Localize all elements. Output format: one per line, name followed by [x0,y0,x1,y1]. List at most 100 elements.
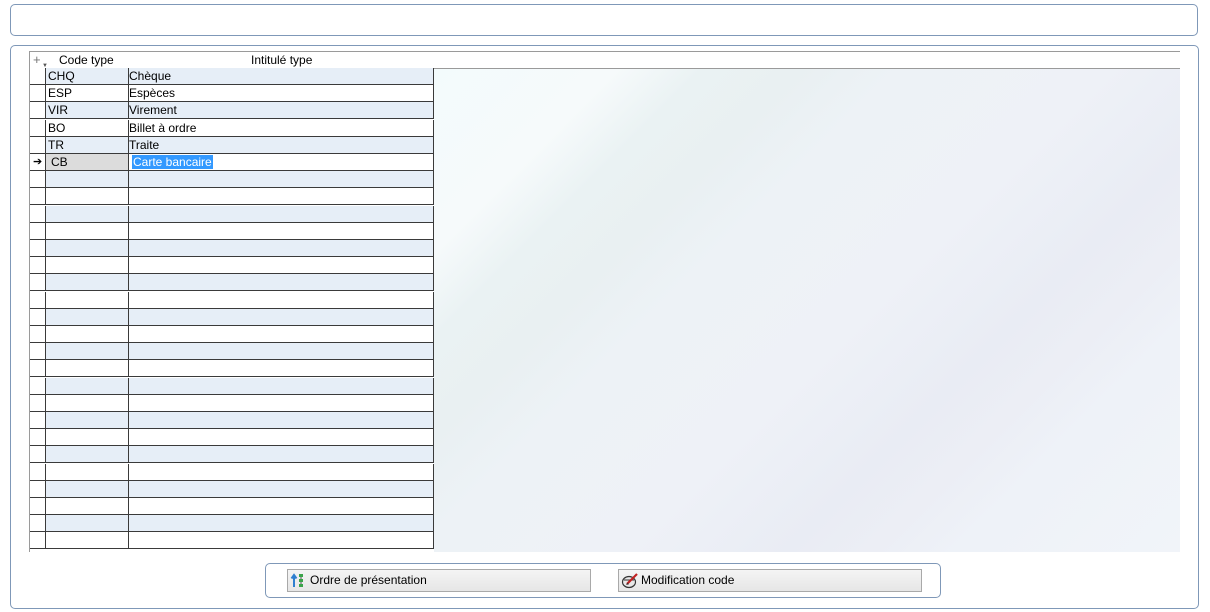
cell-label[interactable] [129,532,434,549]
cell-code[interactable]: TR [46,136,129,153]
row-indicator[interactable] [30,85,46,102]
row-indicator[interactable]: ➔ [30,154,46,170]
table-row[interactable] [30,343,434,361]
table-row[interactable] [30,463,434,481]
cell-label[interactable] [129,240,434,256]
column-header-label[interactable]: Intitulé type [251,52,312,68]
column-header-code[interactable]: Code type [59,52,114,68]
cell-label[interactable] [129,377,434,394]
table-row[interactable] [30,394,434,412]
cell-code[interactable] [46,343,129,360]
cell-label[interactable] [129,412,434,428]
table-row[interactable] [30,222,434,240]
cell-label[interactable]: Virement [129,102,434,119]
cell-label[interactable]: Carte bancaire [129,154,434,170]
table-row[interactable]: ESP Espèces [30,85,434,103]
row-indicator[interactable] [30,291,46,308]
cell-code[interactable]: ESP [46,85,129,102]
row-indicator[interactable] [30,222,46,239]
table-row[interactable] [30,274,434,292]
cell-label[interactable] [129,291,434,308]
cell-code[interactable]: CHQ [46,68,129,84]
table-row[interactable] [30,326,434,343]
cell-label[interactable]: Espèces [129,85,434,102]
cell-label[interactable] [129,446,434,463]
cell-code[interactable] [46,188,129,205]
row-indicator[interactable] [30,377,46,394]
table-row[interactable] [30,532,434,550]
table-row[interactable]: TR Traite [30,136,434,154]
cell-code[interactable] [46,274,129,291]
cell-label[interactable] [129,308,434,325]
cell-code[interactable] [46,171,129,188]
row-indicator[interactable] [30,326,46,342]
row-indicator[interactable] [30,532,46,549]
cell-code[interactable] [46,446,129,463]
cell-code[interactable] [46,308,129,325]
row-indicator[interactable] [30,463,46,480]
row-indicator[interactable] [30,480,46,497]
row-indicator[interactable] [30,171,46,188]
row-indicator[interactable] [30,498,46,514]
cell-label[interactable] [129,360,434,377]
table-row[interactable] [30,257,434,275]
cell-label[interactable] [129,480,434,497]
table-row[interactable]: ➔ CB Carte bancaire [30,154,434,171]
row-indicator[interactable] [30,515,46,532]
row-indicator[interactable] [30,274,46,291]
cell-code[interactable] [46,205,129,222]
cell-code[interactable] [46,515,129,532]
cell-label[interactable] [129,257,434,274]
cell-label[interactable] [129,498,434,514]
cell-code[interactable] [46,377,129,394]
row-indicator[interactable] [30,308,46,325]
cell-label[interactable] [129,326,434,342]
cell-code[interactable] [46,291,129,308]
cell-label[interactable] [129,274,434,291]
cell-code[interactable] [46,412,129,428]
cell-label[interactable] [129,394,434,411]
table-row[interactable]: BO Billet à ordre [30,119,434,137]
table-row[interactable] [30,412,434,429]
cell-label[interactable]: Traite [129,136,434,153]
cell-code[interactable]: BO [46,119,129,136]
table-row[interactable]: CHQ Chèque [30,68,434,85]
table-row[interactable] [30,240,434,257]
row-indicator[interactable] [30,188,46,205]
cell-label[interactable] [129,171,434,188]
cell-code[interactable] [46,240,129,256]
row-indicator[interactable] [30,119,46,136]
cell-code[interactable] [46,498,129,514]
row-indicator[interactable] [30,360,46,377]
cell-code[interactable] [46,222,129,239]
cell-code[interactable] [46,326,129,342]
cell-label[interactable] [129,205,434,222]
cell-code[interactable]: VIR [46,102,129,119]
cell-label[interactable] [129,222,434,239]
cell-label[interactable] [129,463,434,480]
table-row[interactable] [30,360,434,378]
row-indicator[interactable] [30,257,46,274]
cell-label[interactable] [129,429,434,446]
table-row[interactable] [30,205,434,223]
cell-label[interactable] [129,515,434,532]
cell-label[interactable] [129,343,434,360]
table-row[interactable] [30,480,434,498]
selected-label-text[interactable]: Carte bancaire [132,155,213,169]
table-row[interactable] [30,446,434,464]
table-row[interactable]: VIR Virement [30,102,434,120]
row-indicator[interactable] [30,343,46,360]
cell-code[interactable] [46,480,129,497]
row-indicator[interactable] [30,102,46,119]
table-row[interactable] [30,429,434,447]
row-indicator[interactable] [30,394,46,411]
row-indicator[interactable] [30,429,46,446]
table-row[interactable] [30,291,434,309]
cell-label[interactable]: Billet à ordre [129,119,434,136]
table-row[interactable] [30,498,434,515]
cell-code[interactable] [46,394,129,411]
table-row[interactable] [30,377,434,395]
row-indicator[interactable] [30,240,46,256]
table-row[interactable] [30,171,434,189]
table-row[interactable] [30,308,434,326]
